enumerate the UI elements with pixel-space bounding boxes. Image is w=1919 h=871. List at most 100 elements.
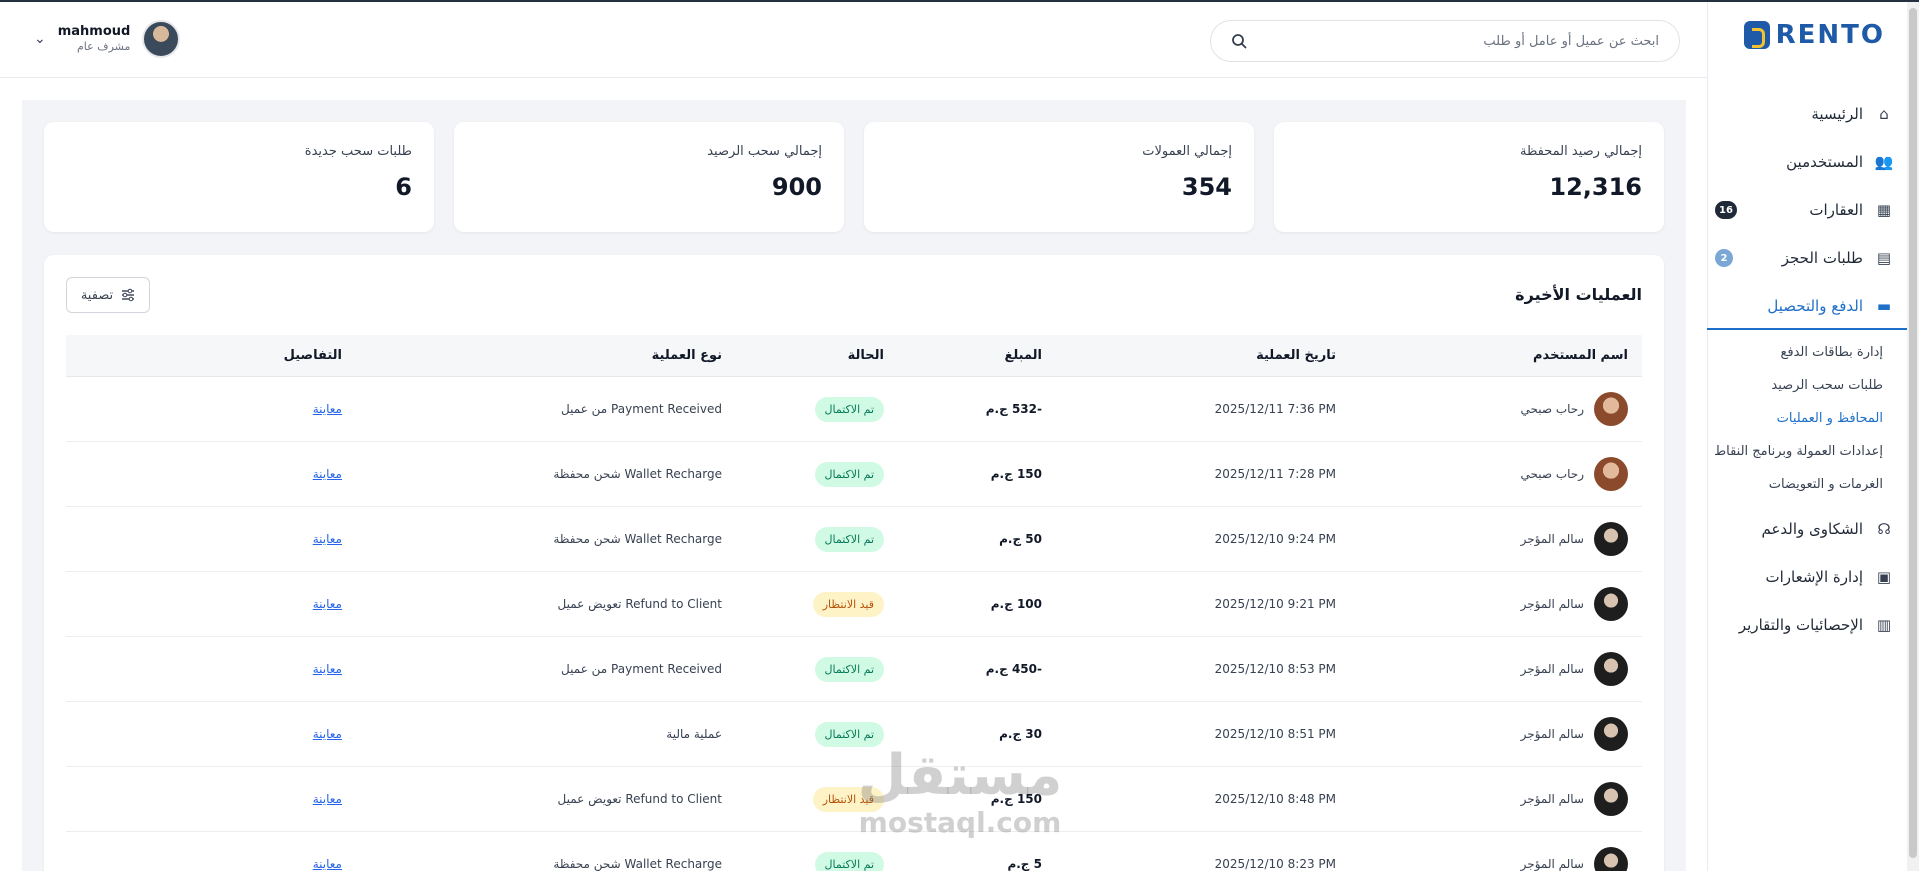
brand-logo[interactable]: RENTO — [1743, 20, 1885, 50]
sidebar-item-home[interactable]: ⌂ الرئيسية — [1707, 90, 1907, 138]
status-cell: تم الاكتمال — [736, 396, 898, 422]
details-cell: معاينة — [66, 727, 356, 741]
date-cell: 2025/12/10 8:23 PM — [1214, 857, 1336, 871]
table-row: سالم المؤجر 2025/12/10 8:51 PM 30 ج.م تم ال… — [66, 702, 1642, 767]
search-input[interactable]: ابحث عن عميل أو عامل أو طلب — [1210, 20, 1680, 62]
sidebar-item-label: الشكاوى والدعم — [1761, 520, 1863, 538]
type-cell: Payment Received من عميل — [561, 662, 722, 676]
view-details-link[interactable]: معاينة — [313, 857, 342, 871]
main-content: إجمالي رصيد المحفظة 12,316 إجمالي العمول… — [22, 100, 1686, 871]
sidebar-item-label: إدارة الإشعارات — [1765, 568, 1863, 586]
user-cell: سالم المؤجر — [1350, 782, 1642, 816]
amount-cell: 150 ج.م — [990, 792, 1042, 806]
details-cell: معاينة — [66, 597, 356, 611]
sidebar-item-label: الدفع والتحصيل — [1767, 297, 1863, 315]
clipboard-icon: ▤ — [1876, 249, 1892, 267]
sidebar-subitem-withdrawals[interactable]: طلبات سحب الرصيد — [1707, 369, 1907, 402]
status-cell: تم الاكتمال — [736, 461, 898, 487]
home-icon: ⌂ — [1879, 105, 1889, 123]
user-avatar — [1594, 847, 1628, 871]
sidebar-item-reports[interactable]: ▥ الإحصائيات والتقارير — [1707, 601, 1907, 649]
transactions-panel: العمليات الأخيرة تصفية اسم المستخدم تاري… — [44, 255, 1664, 871]
date-cell: 2025/12/10 8:48 PM — [1214, 792, 1336, 806]
user-cell: سالم المؤجر — [1350, 652, 1642, 686]
user-name: سالم المؤجر — [1520, 532, 1584, 546]
sidebar-item-label: طلبات الحجز — [1781, 249, 1863, 267]
panel-title: العمليات الأخيرة — [1515, 285, 1642, 304]
sidebar-item-users[interactable]: 👥 المستخدمين — [1707, 138, 1907, 186]
logo-mark-icon — [1743, 21, 1770, 49]
user-menu[interactable]: ⌄ mahmoud مشرف عام — [34, 20, 181, 58]
amount-cell: 50 ج.م — [999, 532, 1042, 546]
column-header[interactable]: التفاصيل — [66, 348, 356, 363]
sidebar-item-properties[interactable]: ▦ العقارات 16 — [1707, 186, 1907, 234]
table-row: سالم المؤجر 2025/12/10 8:53 PM -450 ج.م تم … — [66, 637, 1642, 702]
sidebar-item-payments[interactable]: ▬ الدفع والتحصيل — [1707, 282, 1907, 330]
sidebar-subitem-wallets[interactable]: المحافظ و العمليات — [1707, 402, 1907, 435]
type-cell: Wallet Recharge شحن محفظة — [553, 857, 722, 871]
building-icon: ▦ — [1876, 201, 1892, 219]
type-cell: Refund to Client تعويض عميل — [557, 792, 722, 806]
date-cell: 2025/12/10 9:21 PM — [1214, 597, 1336, 611]
stat-card-wallet-balance: إجمالي رصيد المحفظة 12,316 — [1274, 122, 1664, 232]
type-cell: Wallet Recharge شحن محفظة — [553, 467, 722, 481]
view-details-link[interactable]: معاينة — [313, 402, 342, 416]
status-badge: تم الاكتمال — [814, 526, 884, 552]
user-cell: سالم المؤجر — [1350, 717, 1642, 751]
column-header[interactable]: تاريخ العملية — [1056, 348, 1350, 363]
column-header[interactable]: اسم المستخدم — [1350, 348, 1642, 363]
sidebar-item-notifications[interactable]: ▣ إدارة الإشعارات — [1707, 553, 1907, 601]
type-cell: Payment Received من عميل — [561, 402, 722, 416]
amount-cell: -532 ج.م — [985, 402, 1042, 416]
stats-cards: إجمالي رصيد المحفظة 12,316 إجمالي العمول… — [44, 122, 1664, 232]
user-name: سالم المؤجر — [1520, 857, 1584, 871]
user-name: سالم المؤجر — [1520, 597, 1584, 611]
chevron-down-icon[interactable]: ⌄ — [34, 31, 46, 47]
table-row: سالم المؤجر 2025/12/10 8:23 PM 5 ج.م تم الا… — [66, 832, 1642, 871]
view-details-link[interactable]: معاينة — [313, 597, 342, 611]
page-scrollbar[interactable] — [1907, 2, 1919, 871]
avatar[interactable] — [142, 20, 181, 58]
count-badge: 2 — [1715, 249, 1733, 267]
details-cell: معاينة — [66, 532, 356, 546]
sidebar-subitem-fines[interactable]: الغرمات و التعويضات — [1707, 468, 1907, 501]
status-badge: قيد الانتظار — [812, 786, 884, 812]
search-icon — [1232, 34, 1247, 49]
sidebar-item-bookings[interactable]: ▤ طلبات الحجز 2 — [1707, 234, 1907, 282]
view-details-link[interactable]: معاينة — [313, 727, 342, 741]
view-details-link[interactable]: معاينة — [313, 467, 342, 481]
sidebar-nav: ⌂ الرئيسية 👥 المستخدمين ▦ العقارات 16 ▤ … — [1707, 90, 1907, 649]
user-role: مشرف عام — [76, 40, 131, 54]
view-details-link[interactable]: معاينة — [313, 662, 342, 676]
scrollbar-thumb[interactable] — [1909, 8, 1917, 858]
sidebar-subitem-commission[interactable]: إعدادات العمولة وبرنامج النقاط — [1707, 435, 1907, 468]
table-row: سالم المؤجر 2025/12/10 8:48 PM 150 ج.م قيد … — [66, 767, 1642, 832]
view-details-link[interactable]: معاينة — [313, 792, 342, 806]
column-header[interactable]: الحالة — [736, 348, 898, 363]
gift-icon: ▣ — [1876, 568, 1892, 586]
view-details-link[interactable]: معاينة — [313, 532, 342, 546]
date-cell: 2025/12/10 8:53 PM — [1214, 662, 1336, 676]
table-row: رحاب صبحي 2025/12/11 7:28 PM 150 ج.م تم الا… — [66, 442, 1642, 507]
status-badge: تم الاكتمال — [814, 656, 884, 682]
user-avatar — [1594, 717, 1628, 751]
stat-card-new-withdrawal-requests: طلبات سحب جديدة 6 — [44, 122, 434, 232]
sidebar-item-support[interactable]: ☊ الشكاوى والدعم — [1707, 505, 1907, 553]
status-cell: تم الاكتمال — [736, 656, 898, 682]
status-badge: تم الاكتمال — [814, 851, 884, 871]
sidebar-item-label: العقارات — [1809, 201, 1863, 219]
user-avatar — [1594, 587, 1628, 621]
amount-cell: 150 ج.م — [990, 467, 1042, 481]
amount-cell: 5 ج.م — [1007, 857, 1042, 871]
filter-button[interactable]: تصفية — [66, 277, 150, 313]
count-badge: 16 — [1715, 201, 1737, 219]
sidebar-item-label: الرئيسية — [1811, 105, 1863, 123]
user-name: رحاب صبحي — [1520, 467, 1584, 481]
chart-icon: ▥ — [1876, 616, 1892, 634]
column-header[interactable]: نوع العملية — [356, 348, 736, 363]
sidebar-subitem-payment-cards[interactable]: إدارة بطاقات الدفع — [1707, 336, 1907, 369]
column-header[interactable]: المبلغ — [898, 348, 1056, 363]
user-cell: رحاب صبحي — [1350, 392, 1642, 426]
user-name: سالم المؤجر — [1520, 727, 1584, 741]
stat-value: 354 — [1181, 173, 1232, 201]
